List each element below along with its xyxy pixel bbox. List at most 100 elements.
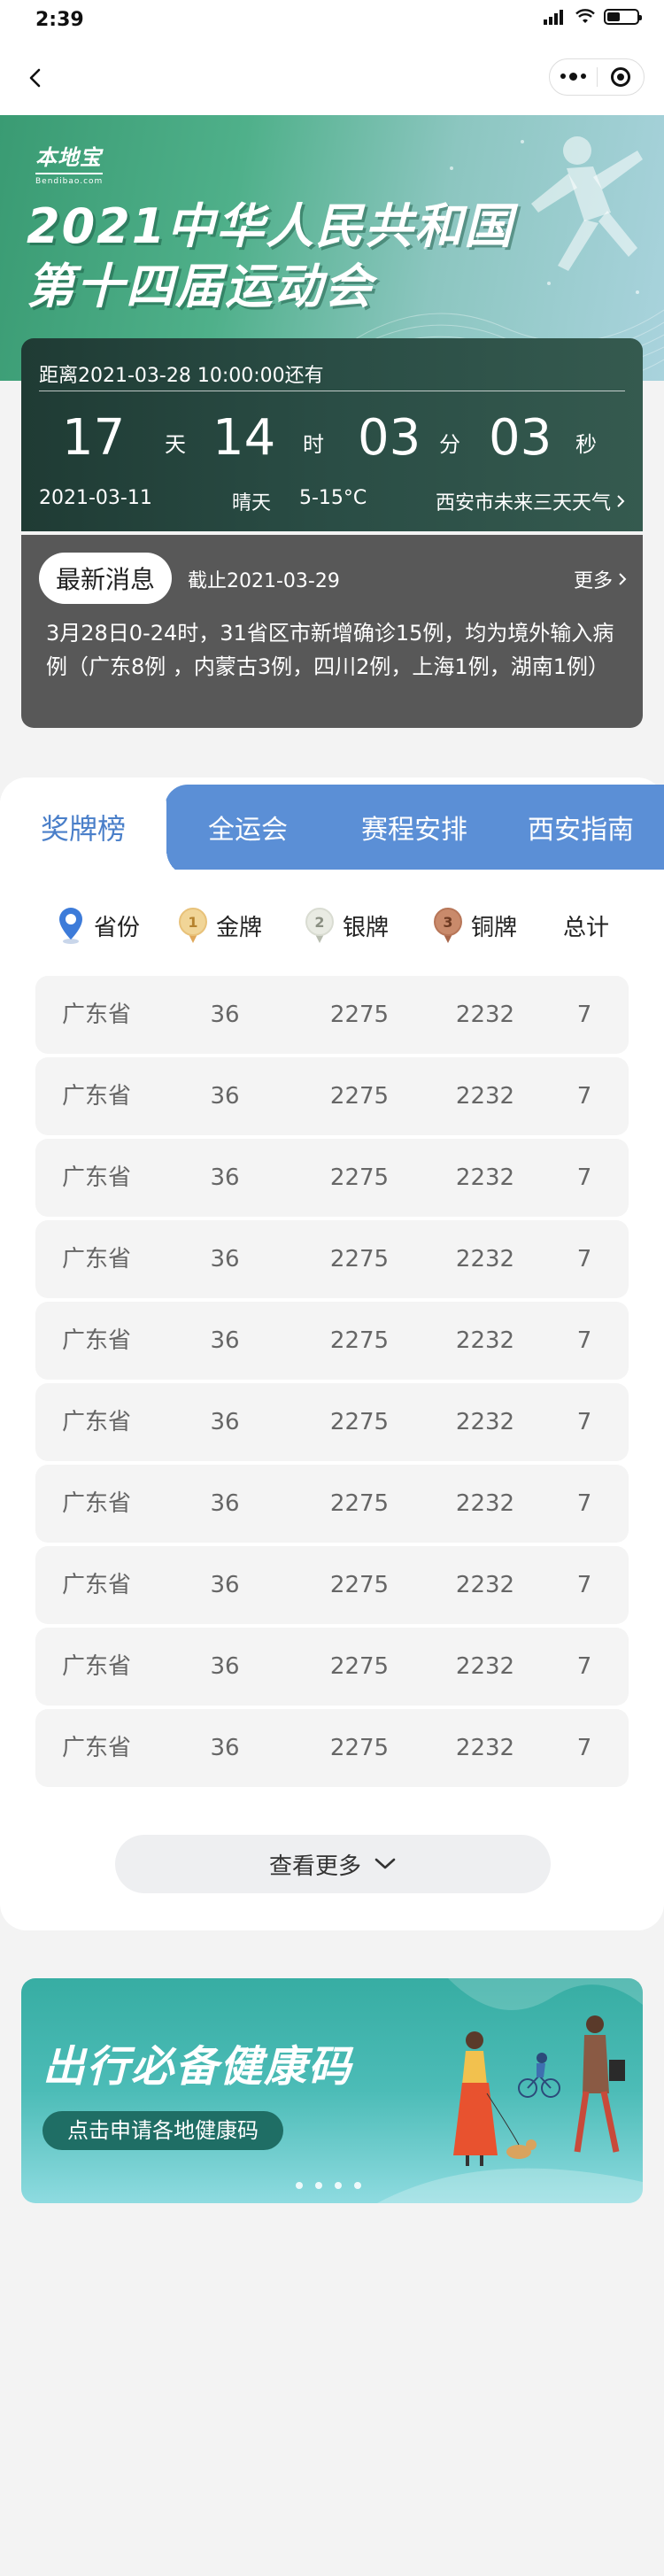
table-row: 广东省 36 2275 2232 7 <box>35 1383 629 1461</box>
gold-cell: 36 <box>210 1002 240 1028</box>
tab-bar: 奖牌榜 全运会 赛程安排 西安指南 <box>0 777 664 877</box>
province-cell: 广东省 <box>62 1083 132 1110</box>
tab-medal-table[interactable]: 奖牌榜 <box>0 777 193 877</box>
target-icon <box>610 67 630 87</box>
total-cell: 7 <box>576 1735 592 1761</box>
province-cell: 广东省 <box>62 1246 132 1273</box>
back-arrow-icon <box>29 68 41 88</box>
gold-cell: 36 <box>210 1083 240 1110</box>
tab-xian-guide[interactable]: 西安指南 <box>498 785 664 870</box>
signal-icon <box>544 9 567 25</box>
news-body: 3月28日0-24时，31省区市新增确诊15例，均为境外输入病例（广东8例 ，内… <box>46 621 614 679</box>
silver-cell: 2275 <box>329 1735 390 1761</box>
header-gold: 1 金牌 <box>179 903 262 948</box>
total-cell: 7 <box>576 1164 592 1191</box>
gold-cell: 36 <box>210 1490 240 1517</box>
table-row: 广东省 36 2275 2232 7 <box>35 1709 629 1787</box>
carousel-indicator[interactable] <box>296 2182 361 2189</box>
countdown-days: 17 <box>62 409 126 467</box>
province-cell: 广东省 <box>62 1572 132 1598</box>
countdown-seconds-unit: 秒 <box>575 432 597 457</box>
silver-cell: 2275 <box>329 1164 390 1191</box>
silver-cell: 2275 <box>329 1409 390 1435</box>
bronze-cell: 2232 <box>455 1083 515 1110</box>
total-cell: 7 <box>576 1002 592 1028</box>
countdown-hours: 14 <box>212 409 276 467</box>
table-row: 广东省 36 2275 2232 7 <box>35 976 629 1054</box>
gold-cell: 36 <box>210 1164 240 1191</box>
bronze-cell: 2232 <box>455 1327 515 1354</box>
battery-icon <box>604 9 642 25</box>
gold-medal-icon: 1 <box>179 908 207 943</box>
close-target-button[interactable] <box>597 67 644 87</box>
gold-cell: 36 <box>210 1572 240 1598</box>
header-silver: 2 银牌 <box>305 903 389 948</box>
more-dots-icon[interactable] <box>550 73 597 81</box>
medal-table-header: 省份 1 金牌 2 银牌 3 铜牌 总计 <box>35 903 629 948</box>
table-row: 广东省 36 2275 2232 7 <box>35 1546 629 1624</box>
countdown-minutes: 03 <box>358 409 421 467</box>
header-bronze: 3 铜牌 <box>434 903 517 948</box>
silver-cell: 2275 <box>329 1246 390 1273</box>
mini-program-capsule <box>549 58 645 96</box>
province-cell: 广东省 <box>62 1409 132 1435</box>
health-code-banner[interactable]: 出行必备健康码 点击申请各地健康码 <box>21 1978 643 2203</box>
news-card[interactable]: 最新消息 截止2021-03-29 更多 3月28日0-24时，31省区市新增确… <box>21 535 643 728</box>
tab-national-games[interactable]: 全运会 <box>165 785 331 870</box>
current-date: 2021-03-11 <box>39 487 152 509</box>
countdown-days-unit: 天 <box>165 432 186 457</box>
total-cell: 7 <box>576 1572 592 1598</box>
total-cell: 7 <box>576 1246 592 1273</box>
status-bar: 2:39 <box>0 0 664 39</box>
table-row: 广东省 36 2275 2232 7 <box>35 1220 629 1298</box>
gold-cell: 36 <box>210 1246 240 1273</box>
gold-cell: 36 <box>210 1735 240 1761</box>
gold-cell: 36 <box>210 1327 240 1354</box>
apply-health-code-button[interactable]: 点击申请各地健康码 <box>42 2111 283 2150</box>
news-tag: 最新消息 <box>39 553 172 604</box>
bronze-cell: 2232 <box>455 1735 515 1761</box>
bronze-cell: 2232 <box>455 1002 515 1028</box>
view-more-button[interactable]: 查看更多 <box>115 1835 551 1893</box>
table-row: 广东省 36 2275 2232 7 <box>35 1628 629 1706</box>
back-button[interactable] <box>18 60 53 96</box>
countdown-hours-unit: 时 <box>303 432 324 457</box>
countdown-minutes-unit: 分 <box>439 432 460 457</box>
news-date: 截止2021-03-29 <box>188 570 340 592</box>
nav-bar <box>0 39 664 115</box>
silver-cell: 2275 <box>329 1653 390 1680</box>
table-row: 广东省 36 2275 2232 7 <box>35 1139 629 1217</box>
total-cell: 7 <box>576 1409 592 1435</box>
status-time: 2:39 <box>35 9 84 31</box>
banner-title-line1: 2021中华人民共和国 <box>27 198 514 254</box>
province-cell: 广东省 <box>62 1002 132 1028</box>
news-more-link[interactable]: 更多 <box>574 565 627 593</box>
chevron-down-icon <box>374 1858 396 1869</box>
tab-schedule[interactable]: 赛程安排 <box>331 785 498 870</box>
countdown-seconds: 03 <box>489 409 552 467</box>
travelers-illustration <box>377 1978 643 2203</box>
countdown-footer: 2021-03-11 晴天 5-15°C 西安市未来三天天气 <box>39 487 625 514</box>
silver-cell: 2275 <box>329 1490 390 1517</box>
weather-text: 晴天 <box>232 492 272 514</box>
bendibao-logo: 本地宝 Bendibao.com <box>35 140 104 186</box>
bronze-medal-icon: 3 <box>434 908 462 943</box>
chevron-right-icon <box>617 495 625 507</box>
table-row: 广东省 36 2275 2232 7 <box>35 1057 629 1135</box>
table-row: 广东省 36 2275 2232 7 <box>35 1302 629 1380</box>
silver-cell: 2275 <box>329 1002 390 1028</box>
province-cell: 广东省 <box>62 1490 132 1517</box>
silver-cell: 2275 <box>329 1083 390 1110</box>
province-cell: 广东省 <box>62 1164 132 1191</box>
table-row: 广东省 36 2275 2232 7 <box>35 1465 629 1543</box>
silver-cell: 2275 <box>329 1327 390 1354</box>
health-banner-title: 出行必备健康码 <box>42 2042 353 2092</box>
banner-title-line2: 第十四届运动会 <box>27 259 374 314</box>
chevron-right-icon <box>619 573 627 585</box>
gold-cell: 36 <box>210 1653 240 1680</box>
status-icons <box>544 9 642 25</box>
gold-cell: 36 <box>210 1409 240 1435</box>
weather-forecast-link[interactable]: 西安市未来三天天气 <box>436 487 625 515</box>
province-cell: 广东省 <box>62 1327 132 1354</box>
total-cell: 7 <box>576 1490 592 1517</box>
